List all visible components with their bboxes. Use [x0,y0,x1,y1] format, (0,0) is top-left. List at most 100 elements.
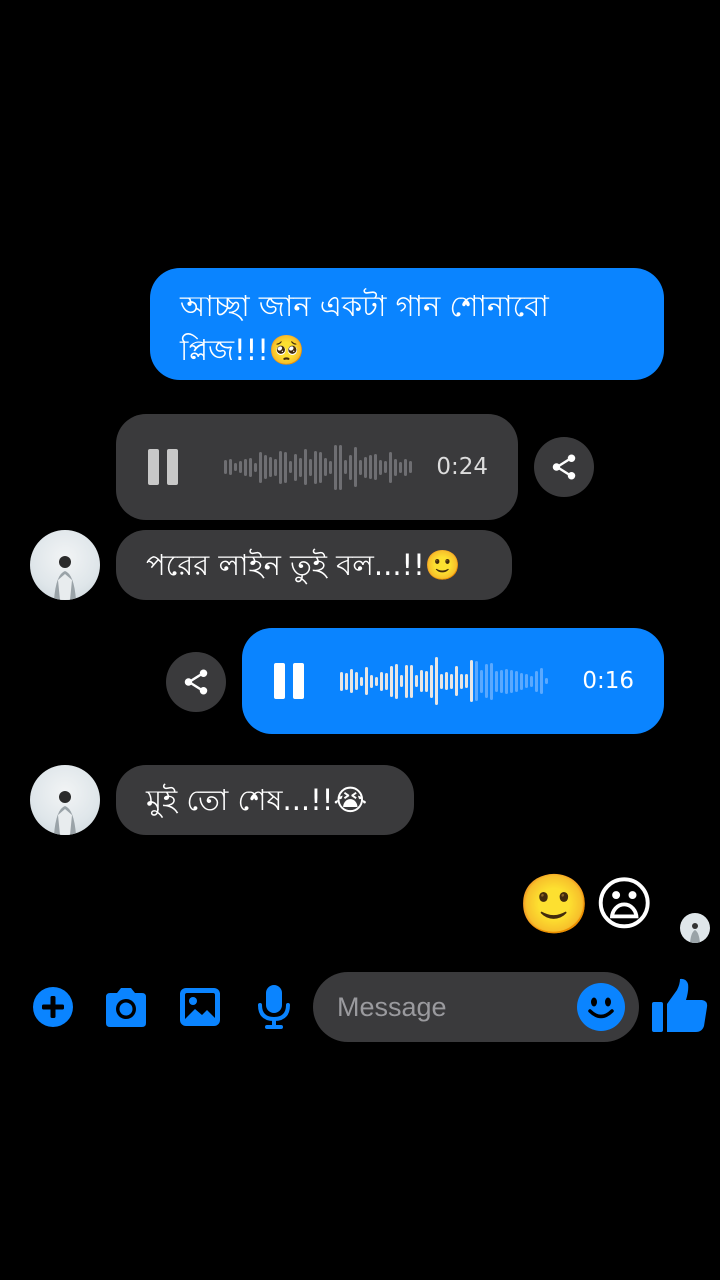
waveform-bar [299,457,302,477]
pause-icon[interactable] [148,449,178,485]
waveform-bar [415,675,418,687]
waveform-bar [360,676,363,686]
waveform-bar [334,444,337,490]
waveform-bar [389,451,392,483]
microphone-icon [258,985,290,1029]
waveform-bar [445,672,448,690]
waveform-bar [370,674,373,688]
waveform-bar [374,454,377,480]
waveform-bar [420,670,423,692]
share-icon [184,669,208,695]
like-button[interactable] [650,976,710,1036]
waveform-bar [329,460,332,474]
waveform-bar [490,662,493,700]
waveform-bar [500,669,503,693]
waveform-bar [289,461,292,473]
avatar[interactable] [30,530,100,600]
waveform-bar [239,461,242,473]
waveform-bar [425,670,428,692]
reaction-emoji[interactable]: 😦 [594,872,654,936]
waveform-bar [259,451,262,483]
avatar[interactable] [30,765,100,835]
waveform-bar [520,672,523,690]
waveform-bar [294,453,297,481]
emoji-button[interactable] [576,982,626,1032]
waveform-bar [344,460,347,474]
waveform-bar [309,458,312,476]
voice-duration: 0:16 [582,668,634,694]
waveform-bar [349,454,352,480]
waveform-bar [380,671,383,691]
waveform-bar [470,660,473,702]
received-voice-message[interactable]: 0:24 [116,414,518,520]
received-message-text: মুই তো শেষ...!!😭 [146,783,368,817]
gallery-icon [180,988,220,1026]
waveform-bar [229,459,232,475]
add-icon [33,987,73,1027]
waveform-bar [379,459,382,475]
waveform-bar [350,669,353,693]
camera-button[interactable] [101,982,151,1032]
waveform-bar [340,671,343,691]
waveform-bar [269,457,272,477]
waveform-bar [410,664,413,698]
gallery-button[interactable] [175,982,225,1032]
waveform-bar [385,672,388,690]
waveform-bar [354,447,357,487]
waveform-bar [264,455,267,479]
sent-message-bubble[interactable]: আচ্ছা জান একটা গান শোনাবো প্লিজ!!!🥺 [150,268,664,380]
waveform-bar [384,461,387,473]
waveform-bar [254,462,257,472]
waveform-bar [279,450,282,484]
waveform-bar [495,670,498,692]
pause-icon[interactable] [274,663,304,699]
waveform-bar [530,675,533,687]
voice-duration: 0:24 [436,454,488,480]
seen-avatar [680,913,710,943]
waveform-bar [485,664,488,698]
waveform-bar [314,450,317,484]
received-message-bubble[interactable]: পরের লাইন তুই বল...!!🙂 [116,530,512,600]
waveform-bar [395,663,398,699]
sent-message-line-1: আচ্ছা জান একটা গান শোনাবো [180,289,549,323]
waveform-bar [480,669,483,693]
waveform-bar [390,665,393,697]
waveform-bar [399,461,402,473]
waveform-bar [369,455,372,479]
received-message-text: পরের লাইন তুই বল...!!🙂 [146,548,461,582]
waveform-bar [455,666,458,696]
waveform-bar [540,668,543,694]
waveform-bar [359,459,362,475]
share-button[interactable] [534,437,594,497]
received-message-bubble[interactable]: মুই তো শেষ...!!😭 [116,765,414,835]
waveform-bar [405,664,408,698]
camera-icon [106,988,146,1027]
waveform-bar [545,678,548,684]
waveform-bar [394,458,397,476]
voice-waveform[interactable] [224,437,416,497]
waveform-bar [284,451,287,483]
waveform-bar [319,451,322,483]
waveform-bar [324,458,327,476]
waveform-bar [409,461,412,473]
microphone-button[interactable] [249,982,299,1032]
waveform-bar [364,456,367,478]
reaction-emoji[interactable]: 🙂 [518,872,590,936]
waveform-bar [375,676,378,686]
waveform-bar [274,458,277,476]
waveform-bar [304,449,307,485]
waveform-bar [525,674,528,688]
sent-voice-message[interactable]: 0:16 [242,628,664,734]
waveform-bar [339,444,342,490]
waveform-bar [345,672,348,690]
waveform-bar [404,458,407,476]
waveform-bar [224,460,227,474]
like-icon [652,978,708,1032]
sent-message-line-2: প্লিজ!!!🥺 [180,333,306,367]
waveform-bar [505,668,508,694]
voice-waveform[interactable] [340,651,550,711]
waveform-bar [244,458,247,476]
waveform-bar [510,669,513,693]
add-button[interactable] [28,982,78,1032]
share-button[interactable] [166,652,226,712]
